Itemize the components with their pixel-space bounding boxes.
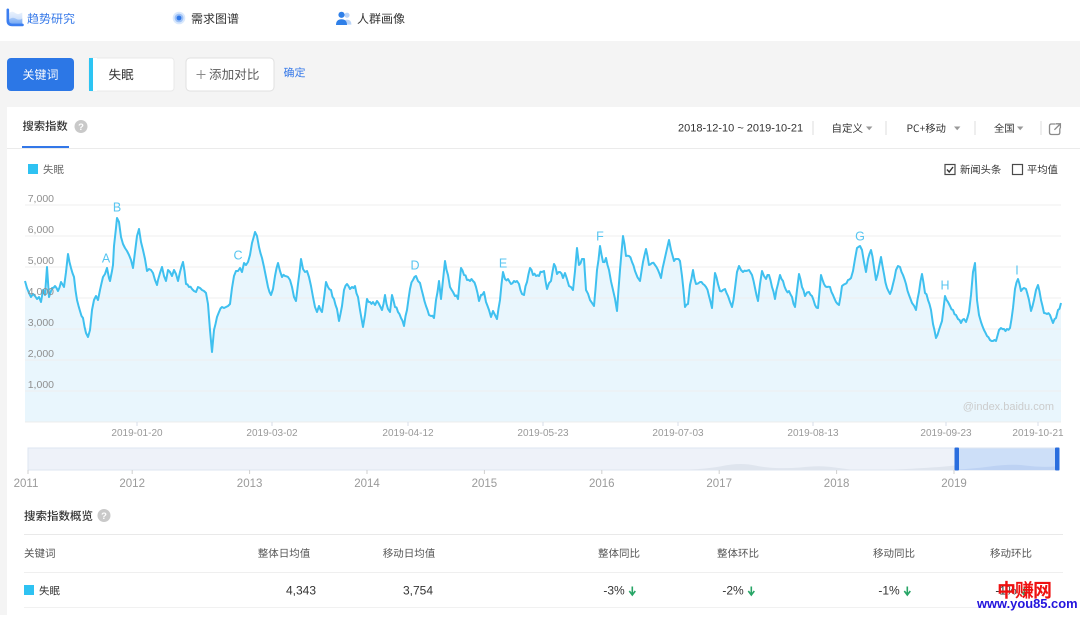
svg-text:2,000: 2,000 [28,348,54,360]
svg-text:2013: 2013 [237,478,263,490]
svg-text:2011: 2011 [14,478,39,490]
svg-text:7,000: 7,000 [28,193,54,205]
svg-text:B: B [113,201,121,215]
svg-text:2019-01-20: 2019-01-20 [111,428,163,439]
svg-text:2019-05-23: 2019-05-23 [517,428,569,439]
svg-text:2019-04-12: 2019-04-12 [382,428,434,439]
svg-text:2019-08-13: 2019-08-13 [787,428,839,439]
svg-text:5,000: 5,000 [28,255,54,267]
svg-text:A: A [102,252,111,266]
svg-text:E: E [499,257,507,271]
svg-text:2019-09-23: 2019-09-23 [920,428,972,439]
svg-text:G: G [855,230,865,244]
svg-text:-3%: -3% [603,584,625,598]
svg-text:www.you85.com: www.you85.com [976,596,1078,611]
svg-text:2016: 2016 [589,478,615,490]
svg-text:D: D [410,259,419,273]
svg-text:I: I [1015,264,1018,278]
svg-text:2019-07-03: 2019-07-03 [652,428,704,439]
svg-text:F: F [596,230,604,244]
svg-text:2019-10-21: 2019-10-21 [1012,428,1064,439]
svg-text:2018: 2018 [824,478,850,490]
svg-text:H: H [940,279,949,293]
svg-text:4,343: 4,343 [286,584,316,598]
svg-text:2015: 2015 [472,478,498,490]
svg-text:1,000: 1,000 [28,379,54,391]
svg-text:4,000: 4,000 [28,286,54,298]
svg-text:-1%: -1% [878,584,900,598]
svg-text:2017: 2017 [706,478,732,490]
svg-text:-2%: -2% [722,584,744,598]
svg-text:@index.baidu.com: @index.baidu.com [963,401,1054,413]
svg-text:?: ? [101,511,107,522]
svg-text:2018-12-10 ~ 2019-10-21: 2018-12-10 ~ 2019-10-21 [678,123,803,135]
svg-text:2012: 2012 [119,478,145,490]
svg-text:6,000: 6,000 [28,224,54,236]
svg-text:3,754: 3,754 [403,584,433,598]
svg-text:2014: 2014 [354,478,380,490]
svg-text:?: ? [78,122,84,133]
svg-text:C: C [233,249,242,263]
svg-text:2019: 2019 [941,478,967,490]
svg-text:3,000: 3,000 [28,317,54,329]
svg-text:2019-03-02: 2019-03-02 [246,428,298,439]
